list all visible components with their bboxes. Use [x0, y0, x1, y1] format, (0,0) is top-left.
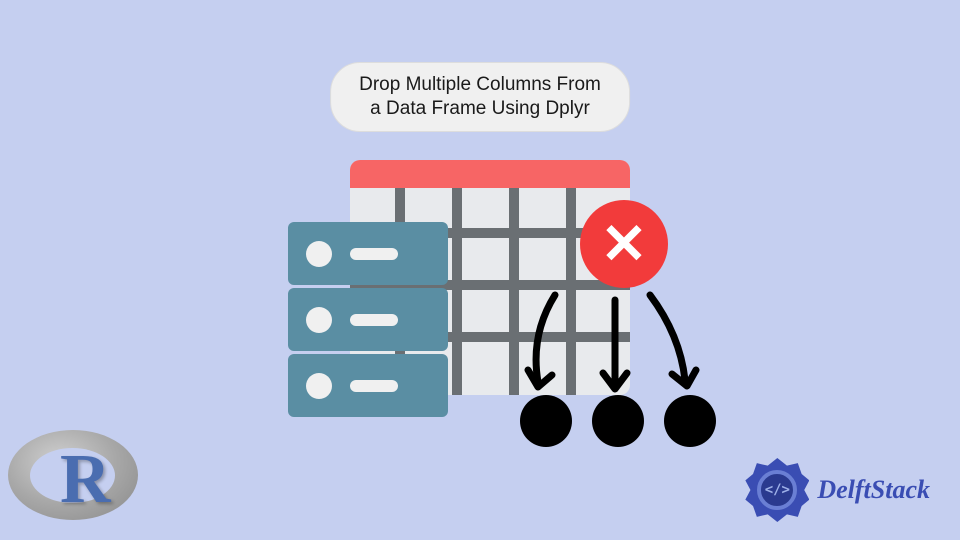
title-line-2: a Data Frame Using Dplyr	[370, 98, 590, 119]
server-row	[288, 222, 448, 285]
server-stack	[288, 222, 448, 417]
main-illustration: ✕	[240, 140, 720, 480]
server-row	[288, 288, 448, 351]
grid-vertical-line	[452, 188, 462, 395]
server-row	[288, 354, 448, 417]
output-dot	[520, 395, 572, 447]
output-dot	[592, 395, 644, 447]
r-logo-letter: R	[60, 440, 111, 520]
server-dot-icon	[306, 241, 332, 267]
delftstack-text: DelftStack	[817, 475, 930, 505]
delftstack-logo: </> DelftStack	[745, 458, 930, 522]
delete-x-icon: ✕	[601, 216, 648, 272]
server-line-icon	[350, 248, 398, 260]
title-line-1: Drop Multiple Columns From	[359, 74, 601, 95]
title-pill: Drop Multiple Columns From a Data Frame …	[330, 62, 630, 132]
r-logo: R	[8, 430, 138, 530]
server-line-icon	[350, 380, 398, 392]
table-header-bar	[350, 160, 630, 188]
arrow-icon	[640, 290, 710, 400]
delftstack-icon: </>	[745, 458, 809, 522]
arrow-icon	[510, 290, 570, 400]
delete-circle: ✕	[580, 200, 668, 288]
server-dot-icon	[306, 307, 332, 333]
delftstack-code-icon: </>	[765, 482, 790, 498]
arrow-icon	[590, 295, 640, 400]
server-line-icon	[350, 314, 398, 326]
server-dot-icon	[306, 373, 332, 399]
output-dot	[664, 395, 716, 447]
